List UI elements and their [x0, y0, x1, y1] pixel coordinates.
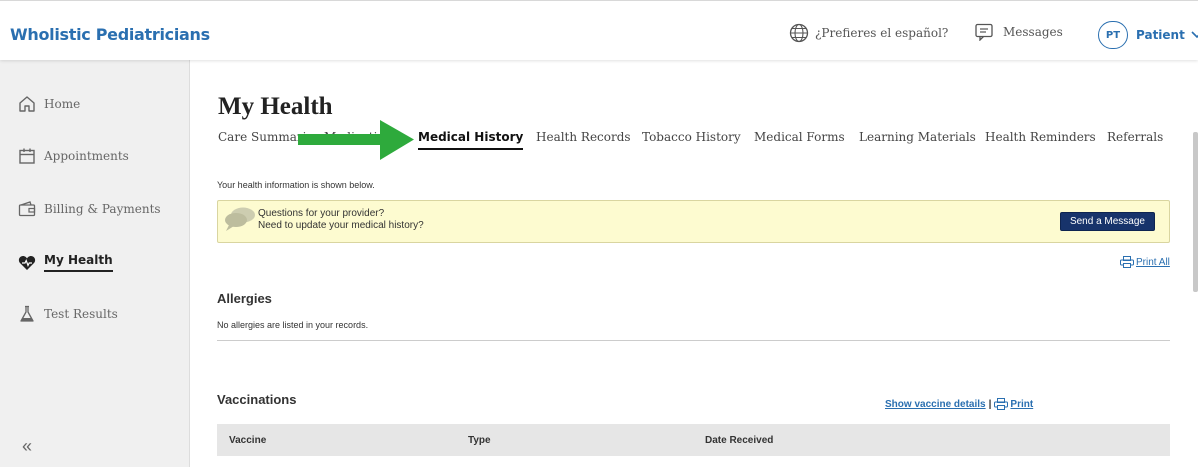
- heart-icon: [18, 255, 38, 271]
- provider-message-banner: Questions for your provider? Need to upd…: [217, 200, 1170, 243]
- tab-health-records[interactable]: Health Records: [536, 130, 631, 144]
- chat-bubble-icon: [224, 206, 256, 237]
- printer-icon: [994, 398, 1009, 410]
- home-icon: [18, 95, 38, 113]
- page-title: My Health: [218, 93, 333, 120]
- column-header-vaccine[interactable]: Vaccine: [229, 435, 266, 446]
- sidebar-item-test-results[interactable]: Test Results: [18, 305, 118, 323]
- flask-icon: [18, 305, 38, 323]
- user-menu[interactable]: PT Patient: [1098, 21, 1198, 49]
- messages-label: Messages: [1003, 25, 1063, 39]
- printer-icon: [1120, 256, 1134, 268]
- tab-medical-history[interactable]: Medical History: [418, 130, 524, 150]
- brand-logo-text[interactable]: Wholistic Pediatricians: [10, 25, 210, 44]
- tab-medical-forms[interactable]: Medical Forms: [754, 130, 845, 144]
- globe-icon: [789, 23, 809, 43]
- scrollbar[interactable]: [1193, 132, 1198, 292]
- sidebar: Home Appointments Billing & Payments My …: [0, 60, 190, 467]
- spanish-language-label: ¿Prefieres el español?: [815, 26, 949, 40]
- chevron-down-icon: [1191, 31, 1198, 39]
- avatar: PT: [1098, 21, 1128, 49]
- column-header-date-received[interactable]: Date Received: [705, 435, 773, 446]
- vaccinations-table-header: Vaccine Type Date Received: [217, 424, 1170, 456]
- sidebar-item-appointments[interactable]: Appointments: [18, 147, 129, 165]
- sidebar-item-home[interactable]: Home: [18, 95, 80, 113]
- section-divider: [217, 340, 1170, 341]
- sidebar-item-label: Test Results: [44, 307, 118, 321]
- print-all-link[interactable]: Print All: [1120, 256, 1170, 268]
- user-name: Patient: [1136, 28, 1185, 42]
- sidebar-item-label: My Health: [44, 253, 113, 272]
- send-message-button[interactable]: Send a Message: [1059, 212, 1155, 231]
- calendar-icon: [18, 147, 38, 165]
- print-all-label: Print All: [1136, 256, 1170, 268]
- collapse-sidebar-button[interactable]: «: [22, 436, 32, 457]
- sidebar-item-label: Billing & Payments: [44, 202, 161, 216]
- annotation-arrow-icon: [298, 118, 416, 167]
- intro-text: Your health information is shown below.: [217, 180, 375, 190]
- messages-link[interactable]: Messages: [975, 23, 1063, 41]
- spanish-language-link[interactable]: ¿Prefieres el español?: [789, 23, 948, 43]
- tab-tobacco-history[interactable]: Tobacco History: [642, 130, 741, 144]
- vaccination-actions: Show vaccine details | Print: [885, 398, 1033, 410]
- wallet-icon: [18, 200, 38, 218]
- vaccinations-heading: Vaccinations: [217, 392, 297, 407]
- top-header: Wholistic Pediatricians ¿Prefieres el es…: [0, 0, 1198, 60]
- tab-health-reminders[interactable]: Health Reminders: [985, 130, 1096, 144]
- link-separator: |: [988, 398, 992, 410]
- sidebar-item-billing[interactable]: Billing & Payments: [18, 200, 161, 218]
- banner-update-text: Need to update your medical history?: [258, 220, 424, 231]
- tab-learning-materials[interactable]: Learning Materials: [859, 130, 976, 144]
- banner-question-text: Questions for your provider?: [258, 208, 385, 219]
- message-icon: [975, 23, 993, 41]
- allergies-empty-note: No allergies are listed in your records.: [217, 320, 369, 330]
- sidebar-item-my-health[interactable]: My Health: [18, 253, 113, 272]
- main-content: My Health Care Summaries Medications Med…: [190, 60, 1198, 467]
- sidebar-item-label: Home: [44, 97, 81, 111]
- column-header-type[interactable]: Type: [468, 435, 491, 446]
- sidebar-item-label: Appointments: [44, 149, 129, 163]
- allergies-heading: Allergies: [217, 291, 272, 306]
- print-vaccinations-link[interactable]: Print: [1010, 399, 1033, 410]
- tab-referrals[interactable]: Referrals: [1107, 130, 1163, 144]
- show-vaccine-details-link[interactable]: Show vaccine details: [885, 399, 986, 410]
